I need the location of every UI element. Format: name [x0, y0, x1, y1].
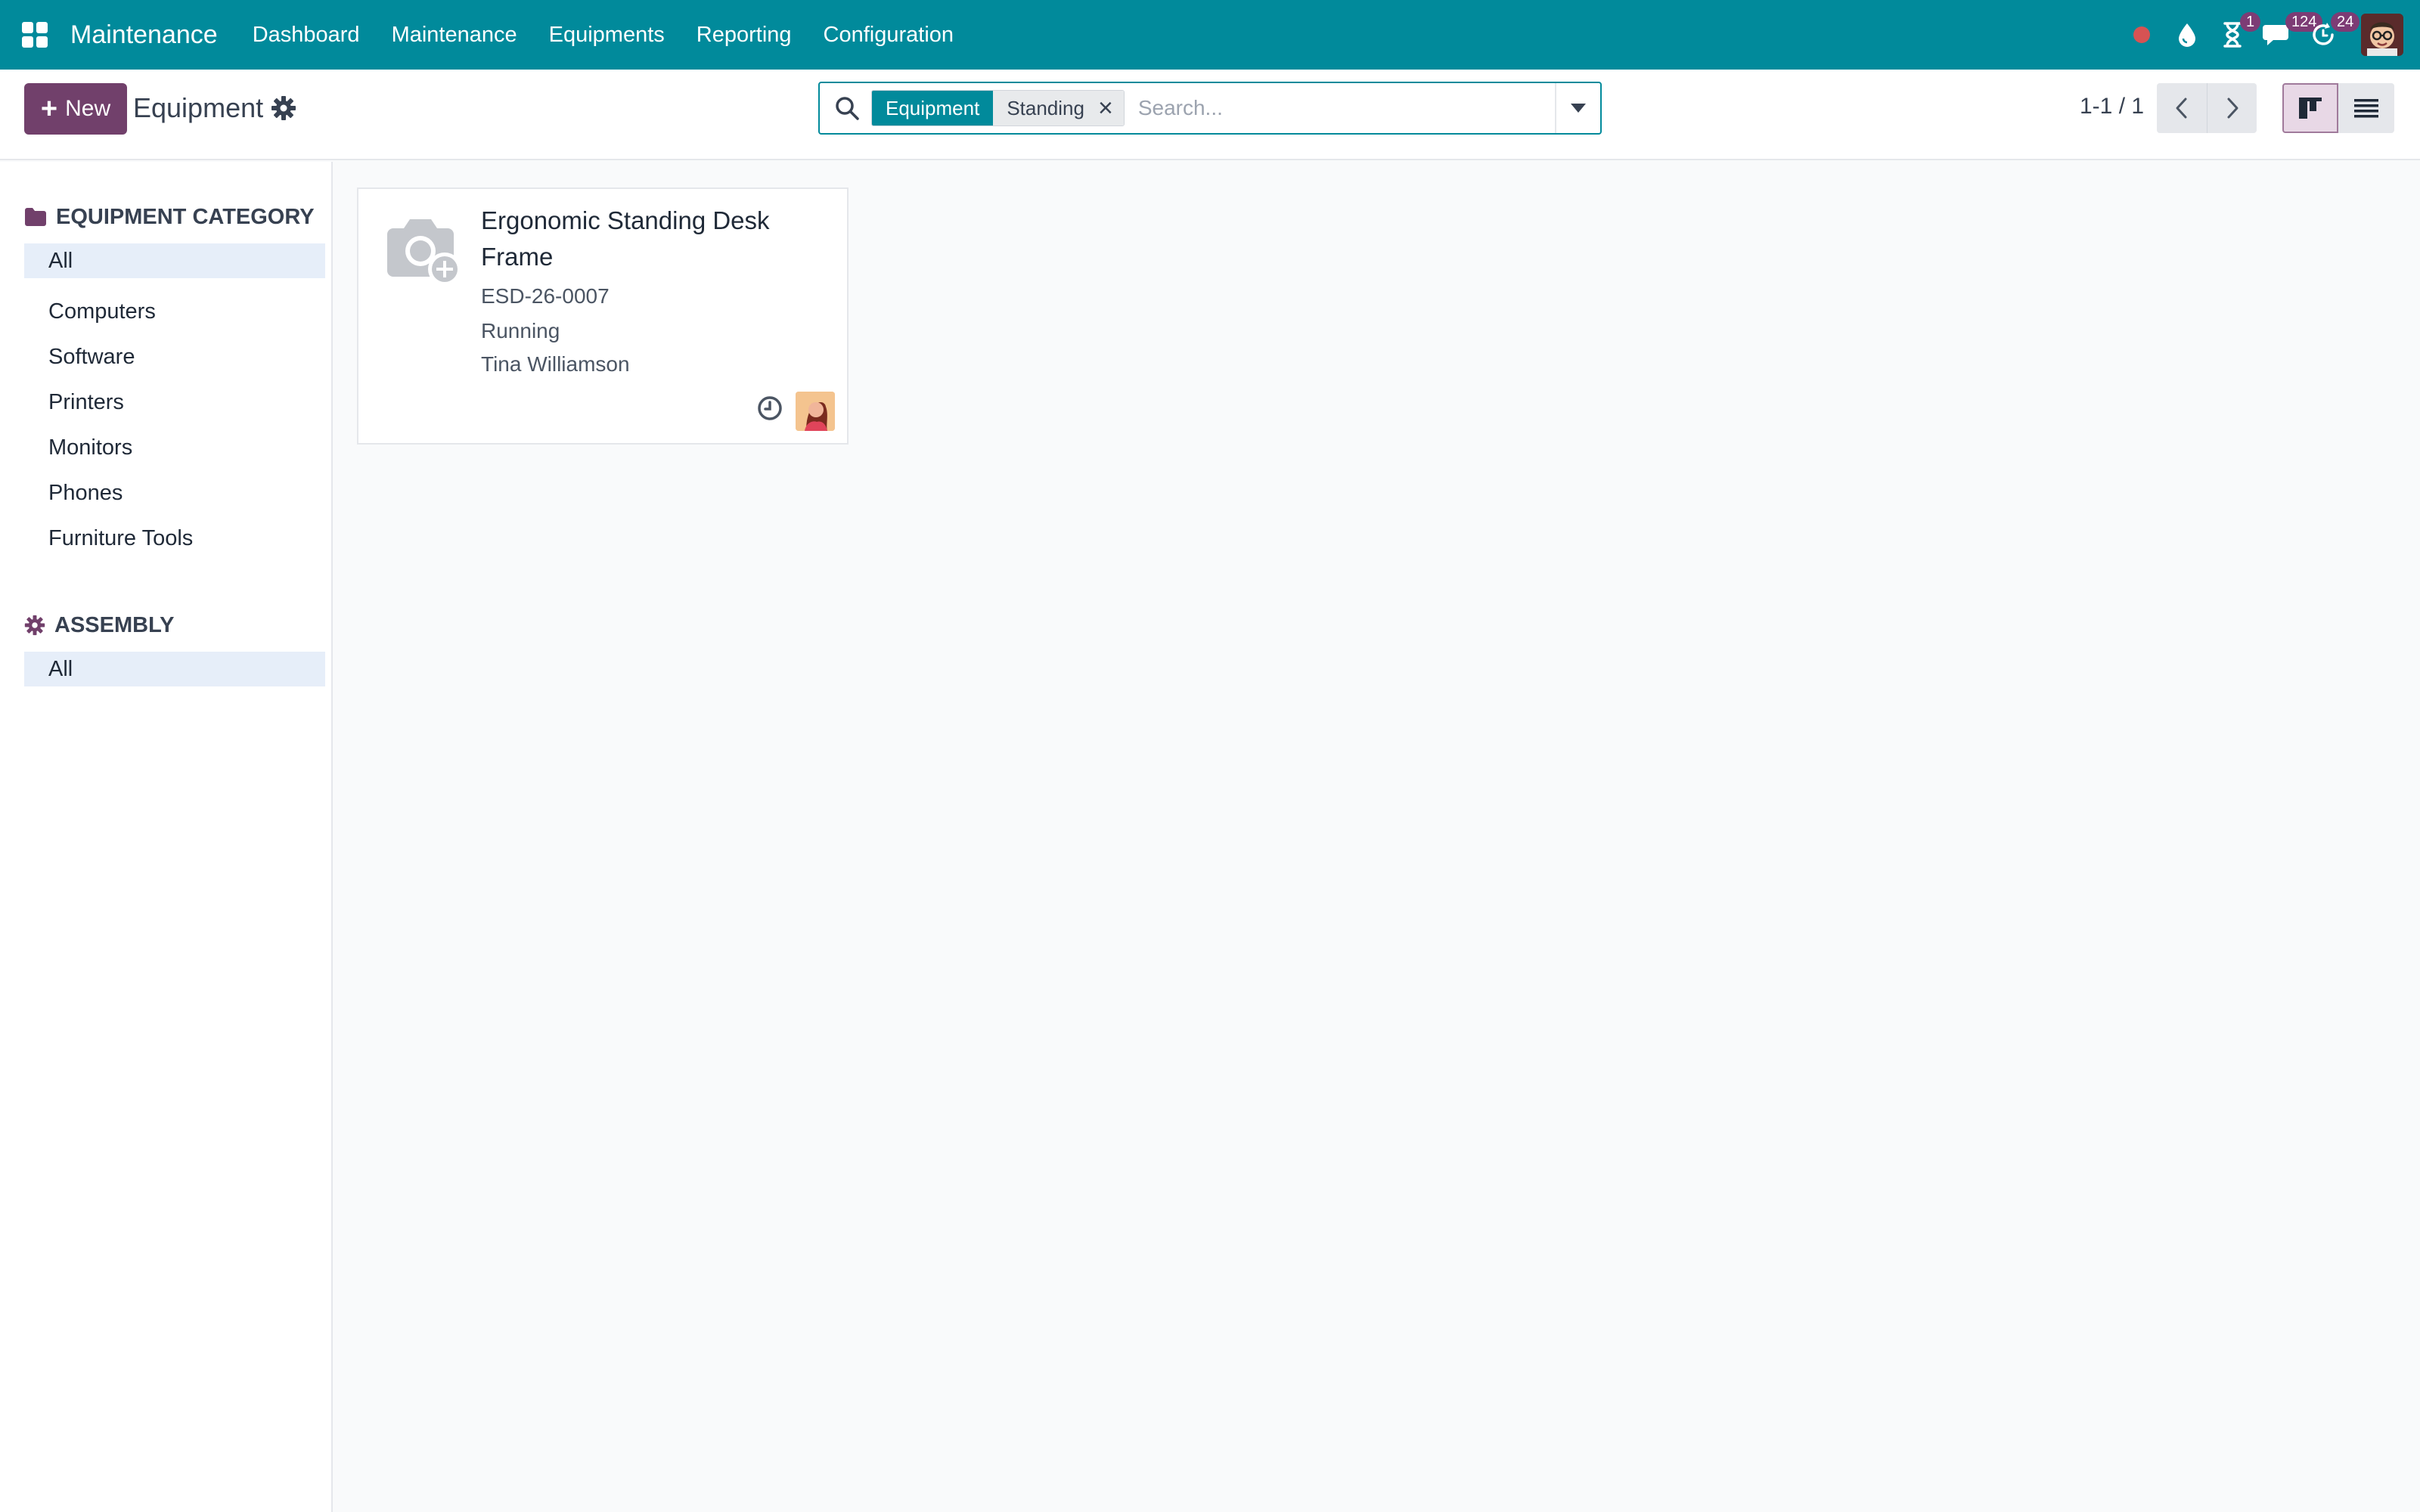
menu-maintenance[interactable]: Maintenance [392, 23, 517, 48]
equipment-category-section: EQUIPMENT CATEGORY All Computers Softwar… [24, 198, 325, 561]
menu-dashboard[interactable]: Dashboard [253, 23, 360, 48]
assembly-title: ASSEMBLY [54, 612, 175, 637]
camera-placeholder-icon [387, 219, 461, 286]
kanban-card[interactable]: Ergonomic Standing Desk Frame ESD-26-000… [357, 187, 849, 445]
hourglass-icon [2223, 22, 2242, 48]
activities-button[interactable]: 1 [2210, 0, 2261, 70]
pager-value[interactable]: 1-1 / 1 [2080, 94, 2144, 119]
record-dot-icon [2133, 26, 2150, 43]
technician-avatar[interactable] [796, 392, 835, 431]
top-navbar: Maintenance Dashboard Maintenance Equipm… [0, 0, 2420, 70]
menu-equipments[interactable]: Equipments [549, 23, 665, 48]
new-button-label: New [65, 96, 111, 121]
new-button[interactable]: + New [24, 83, 127, 135]
kanban-view-button[interactable] [2282, 83, 2338, 133]
category-item-all[interactable]: All [24, 243, 325, 278]
facet-label: Equipment [872, 91, 994, 125]
facet-close-icon[interactable]: × [1093, 91, 1124, 125]
equipment-category-header: EQUIPMENT CATEGORY [24, 198, 325, 236]
card-technician: Tina Williamson [481, 352, 630, 376]
kanban-icon [2299, 98, 2322, 119]
pager-previous-button[interactable] [2157, 83, 2207, 133]
drop-icon [2179, 23, 2195, 47]
category-item-printers[interactable]: Printers [24, 380, 325, 425]
messages-button[interactable]: 124 [2255, 0, 2323, 70]
category-item-software[interactable]: Software [24, 334, 325, 380]
search-panel: EQUIPMENT CATEGORY All Computers Softwar… [0, 162, 333, 1512]
chevron-right-icon [2227, 98, 2238, 119]
main-menu: Dashboard Maintenance Equipments Reporti… [253, 23, 985, 48]
pager-next-button[interactable] [2207, 83, 2257, 133]
gear-icon [24, 615, 45, 636]
user-avatar-icon [2361, 14, 2403, 56]
search-options-toggle[interactable] [1555, 83, 1600, 133]
folder-icon [25, 208, 46, 226]
category-item-furniture-tools[interactable]: Furniture Tools [24, 516, 325, 561]
recording-indicator[interactable] [2119, 0, 2164, 70]
search-facet: Equipment Standing × [871, 90, 1125, 126]
category-item-phones[interactable]: Phones [24, 470, 325, 516]
facet-value: Standing [993, 91, 1094, 125]
systray: 1 124 24 [2119, 0, 2420, 70]
category-item-computers[interactable]: Computers [24, 289, 325, 334]
category-item-monitors[interactable]: Monitors [24, 425, 325, 470]
app-brand[interactable]: Maintenance [70, 20, 218, 50]
updates-button[interactable]: 24 [2301, 0, 2360, 70]
assembly-header: ASSEMBLY [24, 606, 325, 644]
technician-avatar-icon [796, 392, 835, 431]
search-input[interactable] [1124, 85, 1555, 131]
drop-icon-button[interactable] [2164, 0, 2210, 70]
gear-icon[interactable] [271, 95, 296, 121]
card-title: Ergonomic Standing Desk Frame [481, 206, 770, 271]
menu-configuration[interactable]: Configuration [824, 23, 954, 48]
caret-down-icon [1571, 104, 1586, 113]
chevron-left-icon [2176, 98, 2187, 119]
menu-reporting[interactable]: Reporting [697, 23, 792, 48]
control-panel: + New Equipment Equipment Standing × Sea… [0, 70, 2420, 160]
updates-badge: 24 [2331, 12, 2360, 32]
list-view-button[interactable] [2338, 83, 2394, 133]
card-status: Running [481, 319, 560, 342]
list-icon [2354, 99, 2378, 118]
assembly-item-all[interactable]: All [24, 652, 325, 686]
assembly-list: All [24, 652, 325, 686]
search-bar: Equipment Standing × [818, 82, 1602, 135]
equipment-category-list: All Computers Software Printers Monitors… [24, 243, 325, 561]
assembly-section: ASSEMBLY All [24, 606, 325, 697]
card-serial-number: ESD-26-0007 [481, 284, 610, 308]
clock-icon[interactable] [756, 395, 783, 422]
plus-icon: + [40, 93, 58, 125]
search-icon [836, 97, 859, 120]
user-avatar[interactable] [2361, 14, 2403, 56]
equipment-category-title: EQUIPMENT CATEGORY [56, 204, 315, 229]
apps-menu-icon[interactable] [22, 22, 48, 48]
page-title: Equipment [133, 92, 264, 123]
